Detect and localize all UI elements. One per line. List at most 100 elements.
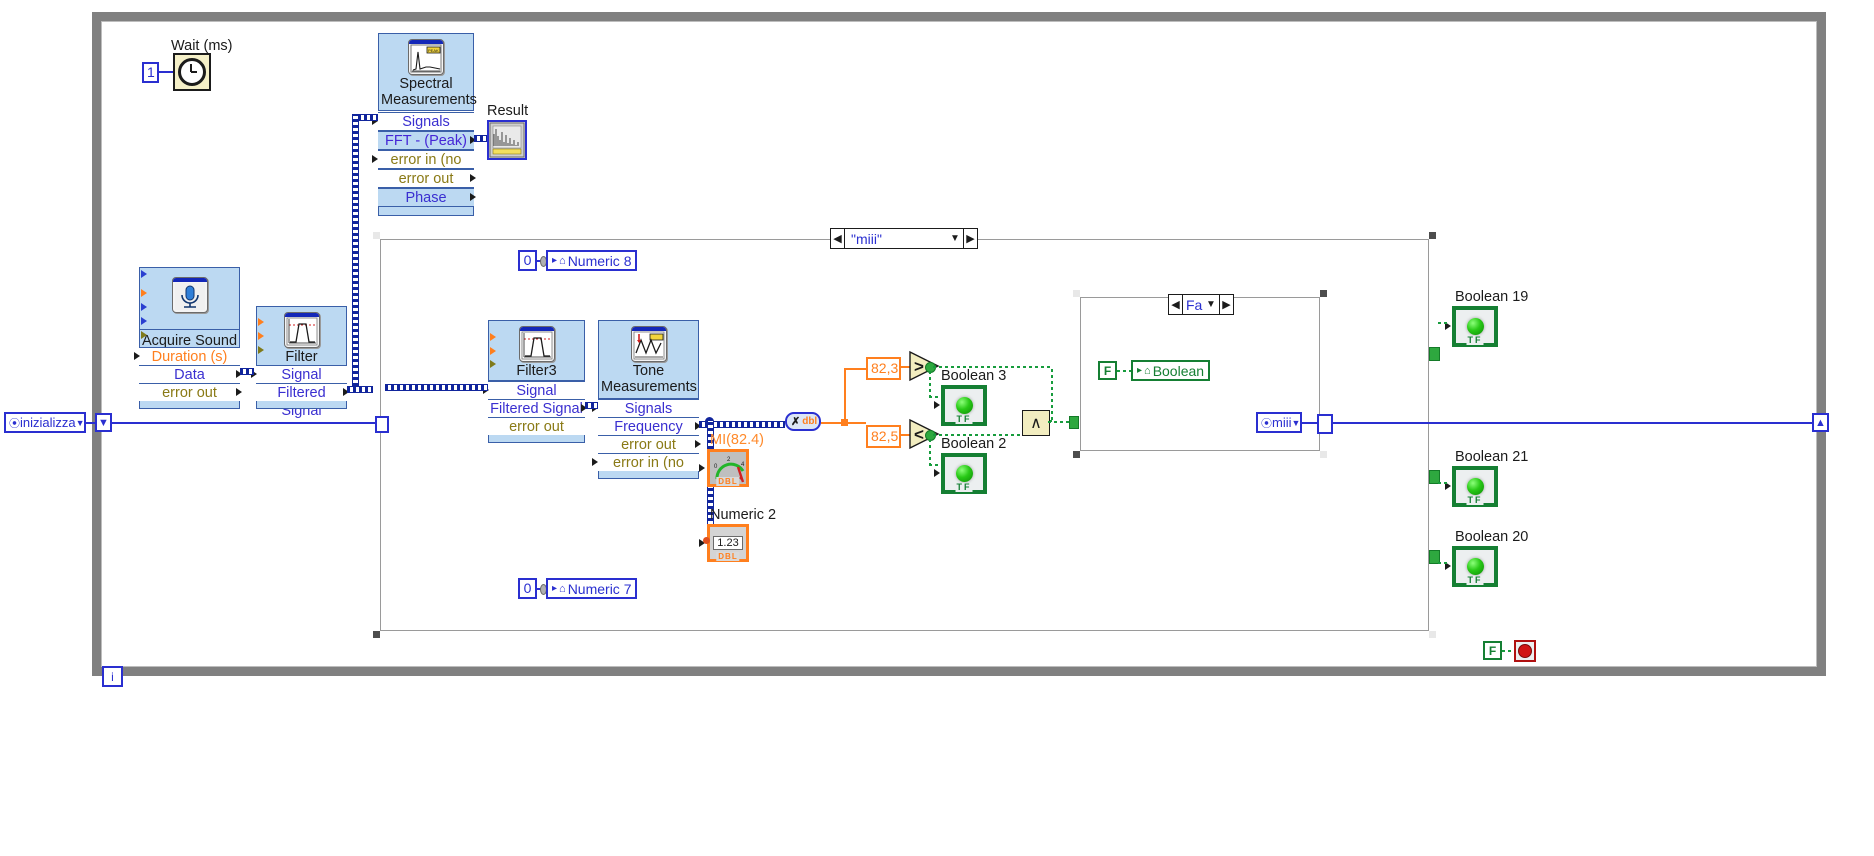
- stop-button[interactable]: [1514, 640, 1536, 662]
- to-double-label: dbl: [802, 416, 818, 427]
- constant-82-3[interactable]: 82,3: [866, 357, 901, 380]
- boolean2-indicator[interactable]: TF: [941, 453, 987, 494]
- spectral-terminal-fft[interactable]: FFT - (Peak): [378, 131, 474, 150]
- tone-title-1: Tone: [632, 363, 665, 379]
- wait-ms-node[interactable]: [173, 53, 211, 91]
- and-symbol: ∧: [1030, 415, 1042, 432]
- spectral-expand-strip[interactable]: [378, 207, 474, 216]
- filter3-in-arrow-1: [490, 333, 496, 341]
- outer-case-next-arrow[interactable]: ▶: [963, 229, 977, 248]
- tone-terminal-signals[interactable]: Signals: [598, 399, 699, 418]
- wait-constant[interactable]: 1: [142, 62, 159, 83]
- tone-errorout-arrow: [695, 440, 701, 448]
- boolean19-indicator[interactable]: TF: [1452, 306, 1498, 347]
- numeric7-constant[interactable]: 0: [518, 578, 537, 599]
- filter-terminal-filtered-signal[interactable]: Filtered Signal: [256, 383, 347, 419]
- inner-case-dropdown-icon[interactable]: ▼: [1203, 299, 1219, 310]
- mi-gauge-datatype: DBL: [716, 477, 740, 486]
- wire-stop: [1502, 650, 1514, 652]
- inner-case-next-arrow[interactable]: ▶: [1219, 295, 1233, 314]
- wire-lt-to-bool2: [929, 438, 931, 466]
- boolean-terminal-home-icon: ⌂: [1144, 364, 1151, 377]
- wire-bus-to-filter3: [385, 384, 488, 391]
- spectral-terminal-phase[interactable]: Phase: [378, 188, 474, 207]
- spectral-terminal-error-in[interactable]: error in (no error): [378, 150, 474, 169]
- filter-vi[interactable]: Filter: [256, 306, 347, 366]
- tone-terminal-frequency[interactable]: Frequency: [598, 417, 699, 436]
- wire-data-to-filter: [240, 368, 254, 375]
- result-graph-indicator[interactable]: [487, 120, 527, 160]
- inizializza-dropdown-icon[interactable]: ▼: [76, 418, 85, 428]
- shift-register-left[interactable]: ▼: [95, 413, 112, 432]
- inner-case-selected-value: False: [1186, 296, 1203, 313]
- inner-case-selector[interactable]: ◀ False ▼ ▶: [1168, 294, 1234, 315]
- outer-case-prev-arrow[interactable]: ◀: [831, 229, 845, 248]
- wire-gt-to-bool3: [929, 370, 931, 398]
- acquire-terminal-data[interactable]: Data: [139, 365, 240, 384]
- and-node[interactable]: ∧: [1022, 410, 1050, 436]
- mi-gauge-input-arrow: [699, 464, 705, 472]
- acquire-icon-wrap: [140, 268, 239, 313]
- numeric8-constant[interactable]: 0: [518, 250, 537, 271]
- spectral-terminal-signals[interactable]: Signals: [378, 112, 474, 131]
- filter-expand-strip[interactable]: [256, 401, 347, 409]
- acquire-sound-vi[interactable]: [139, 267, 240, 330]
- boolean21-datatype: TF: [1466, 495, 1484, 505]
- boolean20-indicator[interactable]: TF: [1452, 546, 1498, 587]
- tone-terminal-error-out[interactable]: error out: [598, 435, 699, 454]
- outer-case-selector[interactable]: ◀ "miii" ▼ ▶: [830, 228, 978, 249]
- outer-case-left-tunnel[interactable]: [375, 416, 389, 433]
- tone-measurements-vi[interactable]: Tone Measurements: [598, 320, 699, 399]
- filter3-expand-strip[interactable]: [488, 435, 585, 443]
- filter3-terminal-filtered-signal[interactable]: Filtered Signal: [488, 399, 585, 418]
- outer-case-dropdown-icon[interactable]: ▼: [947, 233, 963, 244]
- led-icon: [1466, 478, 1484, 495]
- mi-gauge-label: MI(82.4): [710, 432, 764, 448]
- constant-82-5[interactable]: 82,5: [866, 425, 901, 448]
- shift-register-right[interactable]: ▲: [1812, 413, 1829, 432]
- boolean20-inner: TF: [1454, 548, 1496, 585]
- loop-iteration-terminal[interactable]: i: [102, 666, 123, 687]
- acquire-terminal-error-out[interactable]: error out: [139, 383, 240, 402]
- boolean3-indicator[interactable]: TF: [941, 385, 987, 426]
- filter3-terminal-signal[interactable]: Signal: [488, 381, 585, 400]
- numeric2-datatype: DBL: [716, 552, 740, 561]
- enum-dropdown-icon[interactable]: ▼: [1292, 418, 1301, 428]
- numeric8-indicator-terminal[interactable]: ▸ ⌂ Numeric 8: [546, 250, 638, 271]
- filter-terminal-signal[interactable]: Signal: [256, 365, 347, 384]
- acquire-duration-arrow: [134, 352, 140, 360]
- inner-case-prev-arrow[interactable]: ◀: [1169, 295, 1183, 314]
- boolean-indicator-terminal[interactable]: ▸ ⌂ Boolean: [1131, 360, 1211, 381]
- acquire-expand-strip[interactable]: [139, 401, 240, 409]
- false-constant[interactable]: F: [1098, 361, 1117, 380]
- boolean20-label: Boolean 20: [1455, 529, 1529, 545]
- to-double-node[interactable]: ✗ dbl: [785, 412, 821, 431]
- boolean21-indicator[interactable]: TF: [1452, 466, 1498, 507]
- inner-case-input-tunnel[interactable]: [1069, 416, 1079, 429]
- filter3-terminal-error-out[interactable]: error out: [488, 417, 585, 436]
- tone-expand-strip[interactable]: [598, 471, 699, 479]
- svg-text:<: <: [914, 425, 924, 444]
- spectral-errorin-arrow: [372, 155, 378, 163]
- tunnel-boolean19[interactable]: [1429, 347, 1440, 361]
- tone-icon-wrap: [599, 321, 698, 362]
- acquire-terminal-duration[interactable]: Duration (s): [139, 347, 240, 366]
- outer-case-right-tunnel[interactable]: [1317, 414, 1333, 434]
- inizializza-control[interactable]: ⦿ inizializza ▼: [4, 412, 86, 433]
- filter-in-arrow-3: [258, 346, 264, 354]
- stop-false-constant[interactable]: F: [1483, 641, 1502, 660]
- boolean20-datatype: TF: [1466, 575, 1484, 585]
- mi-gauge-indicator[interactable]: 024 DBL: [707, 449, 749, 487]
- result-label: Result: [487, 103, 529, 119]
- spectral-terminal-error-out[interactable]: error out: [378, 169, 474, 188]
- numeric7-indicator-terminal[interactable]: ▸ ⌂ Numeric 7: [546, 578, 638, 599]
- boolean21-label: Boolean 21: [1455, 449, 1529, 465]
- filter3-icon-wrap: [489, 321, 584, 362]
- filter-in-arrow-2: [258, 332, 264, 340]
- filter3-vi[interactable]: Filter3: [488, 320, 585, 381]
- tone-terminal-error-in[interactable]: error in (no error): [598, 453, 699, 472]
- enum-terminal-miii[interactable]: ⦿ miii ▼: [1256, 412, 1302, 433]
- numeric2-indicator[interactable]: 1.23 DBL: [707, 524, 749, 562]
- spectral-measurements-vi[interactable]: PEAK Spectral Measurements: [378, 33, 477, 111]
- boolean-terminal-label: Boolean: [1152, 362, 1205, 379]
